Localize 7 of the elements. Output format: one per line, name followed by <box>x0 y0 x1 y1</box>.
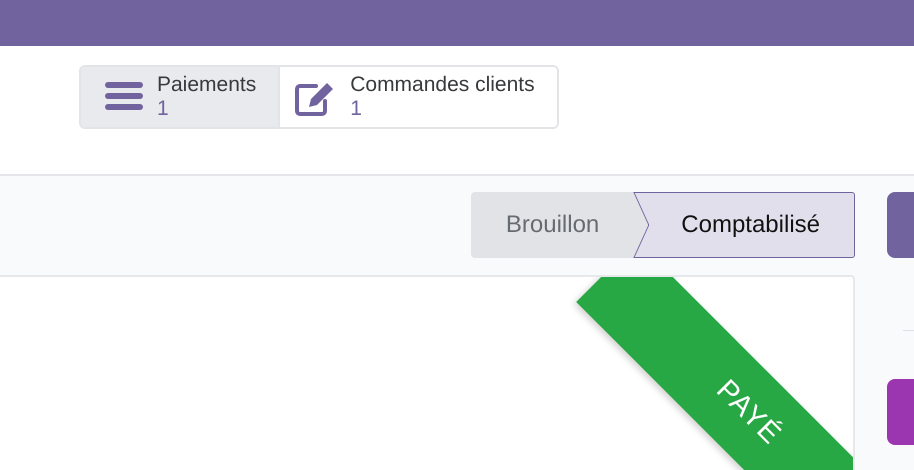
smart-button[interactable]: Commandes clients 1 <box>278 67 557 127</box>
list-icon <box>105 81 143 111</box>
side-button[interactable] <box>887 379 914 445</box>
side-button[interactable] <box>887 192 914 258</box>
smart-button[interactable]: Paiements 1 <box>81 67 278 127</box>
status-step[interactable]: Brouillon <box>470 192 648 258</box>
status-step[interactable]: Comptabilisé <box>633 192 855 258</box>
